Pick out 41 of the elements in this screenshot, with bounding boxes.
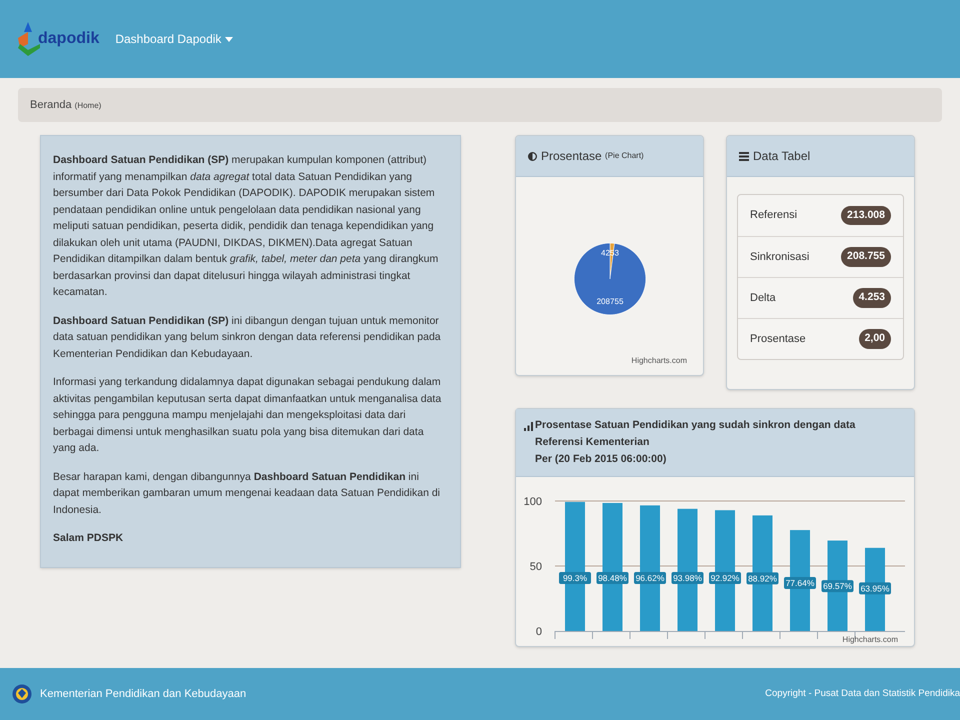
chart-credit[interactable]: Highcharts.com: [842, 634, 898, 646]
signature: Salam PDSPK: [53, 531, 124, 546]
pie-chart-icon: [528, 152, 537, 160]
ministry-name: Kementerian Pendidikan dan Kebudayaan: [40, 686, 246, 702]
row-label: Referensi: [750, 208, 798, 224]
row-label: Delta: [750, 290, 776, 306]
copyright-text: Copyright - Pusat Data dan Statistik Pendidika: [765, 686, 960, 701]
y-axis-label: 0: [536, 626, 542, 638]
list-icon: [739, 152, 749, 160]
bar-data-label: 77.64%: [784, 576, 816, 589]
bar-data-label: 93.98%: [672, 572, 704, 584]
value-badge: 213.008: [841, 206, 891, 226]
bar-data-label: 69.57%: [822, 580, 854, 592]
emblem-icon: [12, 684, 32, 704]
panel-title: Prosentase Satuan Pendidikan yang sudah sinkron dengan data Referensi Kementerian: [535, 418, 856, 450]
intro-paragraph: Dashboard Satuan Pendidikan (SP) ini dibangun dengan tujuan untuk memonitor data satuan pendidikan yang belum sinkron dengan data referensi pendidikan pada Kementerian Pendidikan dan Kebudayaan.: [53, 314, 442, 362]
panel-title: Prosentase (Pie Chart): [541, 148, 644, 165]
bar-data-label: 92.92%: [709, 572, 741, 584]
panel-subtitle: Per (20 Feb 2015 06:00:00): [535, 452, 668, 467]
y-axis-label: 100: [524, 496, 542, 508]
logo-text: dapodik: [38, 29, 100, 49]
bar-data-label: 96.62%: [634, 572, 666, 584]
row-label: Prosentase: [750, 332, 806, 347]
pie-data-label: 208755: [596, 297, 623, 306]
signal-bars-icon: [524, 422, 533, 431]
y-axis-label: 50: [530, 561, 542, 573]
value-badge: 208.755: [841, 247, 891, 267]
breadcrumb-link[interactable]: Beranda (Home): [30, 96, 102, 114]
panel-title: Data Tabel: [753, 148, 810, 165]
bar-data-label: 88.92%: [746, 572, 778, 584]
intro-paragraph: Besar harapan kami, dengan dibangunnya Dashboard Satuan Pendidikan ini dapat memberikan gambaran umum mengenai keadaan data Satuan Pendidikan di Indonesia.: [53, 470, 442, 518]
intro-paragraph: Informasi yang terkandung didalamnya dapat digunakan sebagai pendukung dalam aktivitas pengambilan keputusan serta dapat dimanfaatkan untuk menganalisa data sehingga para pengguna mampu menjelajahi dan mengeksploitasi data dari berbagai dimensi untuk menghasilkan suatu pola yang bisa ditemukan dari data yang ada.: [53, 375, 442, 456]
caret-icon: [225, 36, 234, 42]
value-badge: 4.253: [852, 288, 891, 308]
bar-data-label: 99.3%: [559, 572, 591, 584]
bar-data-label: 63.95%: [859, 582, 891, 594]
row-label: Sinkronisasi: [750, 250, 810, 265]
bar-data-label: 98.48%: [596, 572, 628, 584]
chart-credit[interactable]: Highcharts.com: [631, 355, 687, 367]
intro-paragraph: Dashboard Satuan Pendidikan (SP) merupakan kumpulan komponen (attribut) informatif yang menampilkan data agregat total data Satuan Pendidikan yang bersumber dari Data Pokok Pendidikan (DAPODIK). DAPODIK merupakan sistem pendataan pendidikan online untuk pengelolaan data pendidikan nasional yang meliputi satuan pendidikan, peserta didik, pendidik dan tenaga kependidikan yang dilakukan oleh unit utama (PAUDNI, DIKDAS, DIKMEN).Data agregat Satuan Pendidikan ditampilkan dalam bentuk grafik, tabel, meter dan peta yang dirangkum berdasarkan provinsi dan dapat ditelusuri hingga wilayah administrasi tingkat kecamatan.: [53, 153, 440, 300]
value-badge: 2,00: [858, 329, 891, 349]
